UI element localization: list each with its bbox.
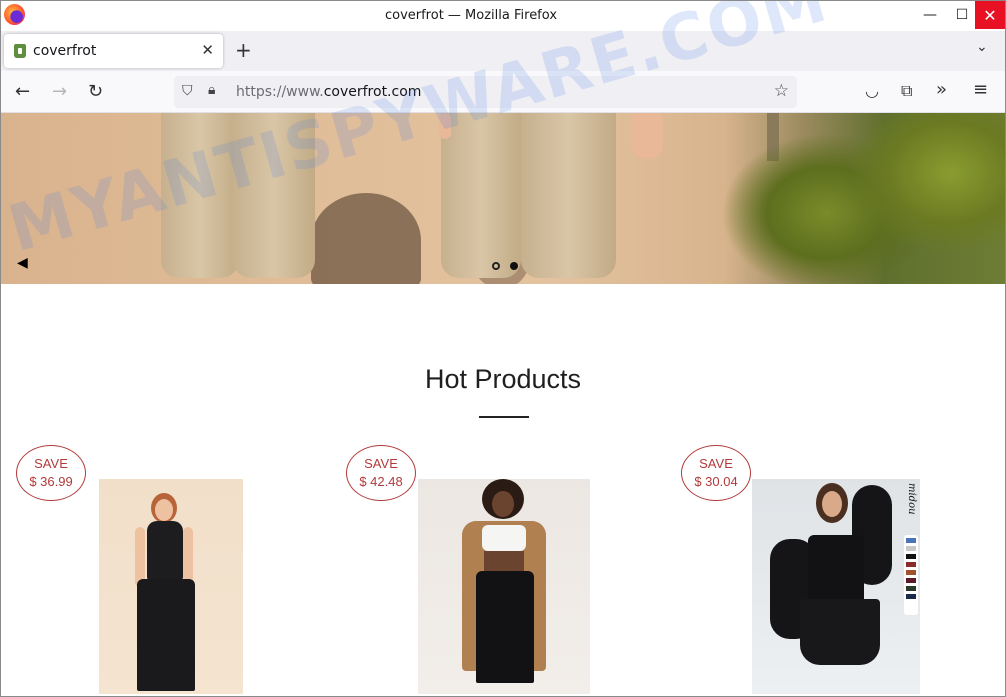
save-badge: SAVE $ 42.48 bbox=[346, 445, 416, 501]
back-icon[interactable]: ← bbox=[15, 81, 30, 102]
new-tab-button[interactable]: + bbox=[235, 38, 252, 62]
url-domain: coverfrot.com bbox=[323, 84, 422, 100]
shield-icon[interactable]: ⛉ bbox=[182, 83, 193, 99]
maximize-button[interactable]: ☐ bbox=[945, 1, 979, 29]
price-label: $ 36.99 bbox=[29, 474, 73, 489]
face-shape bbox=[155, 499, 173, 521]
price-label: $ 42.48 bbox=[359, 474, 403, 489]
pants-shape bbox=[137, 579, 195, 691]
title-bar: coverfrot — Mozilla Firefox — ☐ ✕ bbox=[1, 1, 1005, 31]
window-title: coverfrot — Mozilla Firefox bbox=[384, 8, 558, 23]
product-image[interactable] bbox=[418, 479, 590, 694]
save-label: SAVE bbox=[699, 456, 733, 471]
skirt-shape bbox=[800, 599, 880, 665]
minimize-button[interactable]: — bbox=[913, 1, 947, 29]
slider-dot-1[interactable] bbox=[492, 262, 500, 270]
tab-title: coverfrot bbox=[33, 43, 97, 59]
pocket-icon[interactable]: ◡ bbox=[865, 81, 879, 100]
swatch bbox=[906, 562, 916, 567]
color-swatch-strip bbox=[904, 535, 918, 615]
navigation-bar: ← → ↻ ⛉ 🔒︎ https://www.coverfrot.com ☆ ◡… bbox=[1, 71, 1005, 113]
model-hand bbox=[439, 113, 451, 139]
extensions-icon[interactable]: ⧉ bbox=[901, 81, 912, 101]
save-badge: SAVE $ 36.99 bbox=[16, 445, 86, 501]
slider-dot-2[interactable] bbox=[510, 262, 518, 270]
tab-bar: coverfrot ✕ + ⌄ bbox=[1, 31, 1005, 71]
face-shape bbox=[822, 491, 842, 517]
model-hand bbox=[631, 113, 663, 159]
product-image[interactable] bbox=[99, 479, 243, 694]
save-badge: SAVE $ 30.04 bbox=[681, 445, 751, 501]
model-leg bbox=[161, 113, 239, 278]
arm-shape bbox=[135, 527, 145, 587]
crop-top-shape bbox=[482, 525, 526, 551]
section-title: Hot Products bbox=[424, 364, 582, 394]
face-shape bbox=[492, 491, 514, 517]
swatch bbox=[906, 570, 916, 575]
close-button[interactable]: ✕ bbox=[975, 1, 1005, 29]
shadow-shape bbox=[311, 193, 421, 284]
top-shape bbox=[147, 521, 183, 581]
arm-shape bbox=[183, 527, 193, 587]
slider-prev-arrow-icon[interactable]: ◀ bbox=[17, 255, 28, 271]
reload-icon[interactable]: ↻ bbox=[88, 81, 103, 102]
section-divider bbox=[479, 416, 529, 418]
swatch bbox=[906, 586, 916, 591]
pants-shape bbox=[476, 571, 534, 683]
swatch bbox=[906, 554, 916, 559]
overflow-icon[interactable]: » bbox=[936, 79, 947, 100]
save-label: SAVE bbox=[34, 456, 68, 471]
model-leg bbox=[441, 113, 521, 278]
menu-icon[interactable]: ≡ bbox=[973, 79, 988, 100]
product-image[interactable]: midou bbox=[752, 479, 920, 694]
bodice-shape bbox=[808, 535, 864, 605]
tab-coverfrot[interactable]: coverfrot ✕ bbox=[4, 34, 223, 68]
model-leg bbox=[233, 113, 315, 278]
lock-icon[interactable]: 🔒︎ bbox=[208, 82, 215, 98]
save-label: SAVE bbox=[364, 456, 398, 471]
price-label: $ 30.04 bbox=[694, 474, 738, 489]
hero-banner-image[interactable] bbox=[1, 113, 1005, 284]
tab-close-icon[interactable]: ✕ bbox=[201, 41, 214, 59]
brand-tag: midou bbox=[906, 483, 917, 515]
shopify-favicon-icon bbox=[14, 44, 26, 58]
swatch bbox=[906, 546, 916, 551]
browser-window: coverfrot — Mozilla Firefox — ☐ ✕ coverf… bbox=[0, 0, 1006, 697]
bookmark-star-icon[interactable]: ☆ bbox=[774, 81, 789, 101]
midriff-shape bbox=[484, 551, 524, 573]
list-all-tabs-button[interactable]: ⌄ bbox=[976, 39, 988, 55]
swatch bbox=[906, 578, 916, 583]
url-text[interactable]: https://www.coverfrot.com bbox=[236, 84, 421, 100]
swatch bbox=[906, 594, 916, 599]
swatch bbox=[906, 538, 916, 543]
url-bar[interactable]: ⛉ 🔒︎ https://www.coverfrot.com ☆ bbox=[174, 76, 797, 108]
forward-icon[interactable]: → bbox=[52, 81, 67, 102]
model-leg bbox=[521, 113, 616, 278]
